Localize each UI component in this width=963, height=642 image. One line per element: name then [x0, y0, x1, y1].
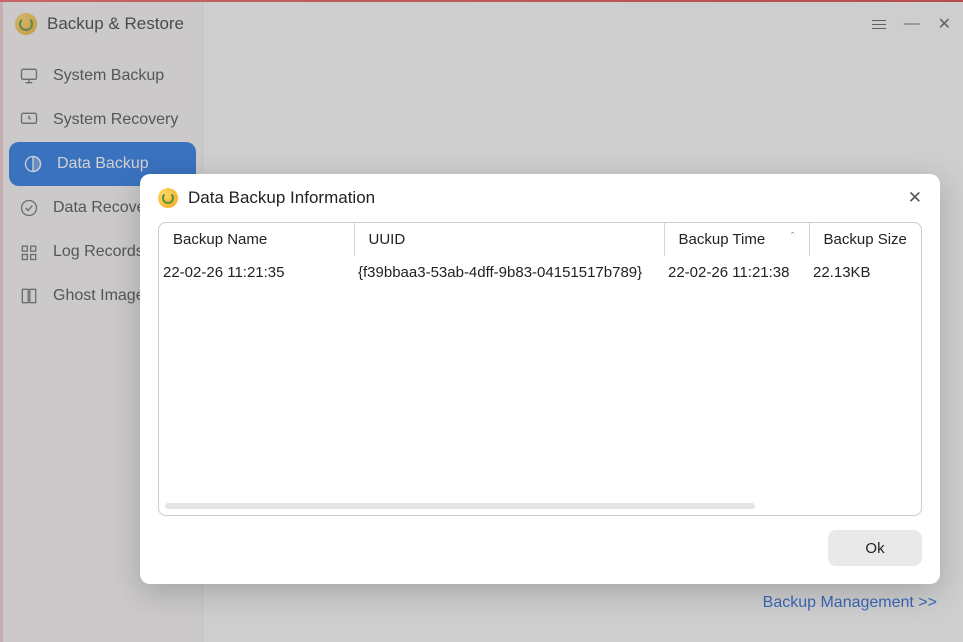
- backup-table-container: Backup Name UUID Backup Time ˆ Backup Siz…: [158, 222, 922, 516]
- column-header-label: UUID: [369, 231, 406, 248]
- column-header-label: Backup Name: [173, 231, 267, 248]
- dialog-title: Data Backup Information: [188, 188, 375, 208]
- data-backup-information-dialog: Data Backup Information ✕ Backup Name UU…: [140, 174, 940, 584]
- dialog-header: Data Backup Information ✕: [158, 188, 922, 208]
- backup-table: Backup Name UUID Backup Time ˆ Backup Siz…: [159, 223, 921, 289]
- cell-backup-time: 22-02-26 11:21:38: [664, 256, 809, 289]
- horizontal-scrollbar[interactable]: [165, 503, 755, 509]
- column-header-backup-name[interactable]: Backup Name: [159, 223, 354, 256]
- dialog-footer: Ok: [158, 516, 922, 566]
- table-header-row: Backup Name UUID Backup Time ˆ Backup Siz…: [159, 223, 921, 256]
- ok-button[interactable]: Ok: [828, 530, 922, 566]
- column-header-backup-size[interactable]: Backup Size: [809, 223, 921, 256]
- dialog-app-icon: [158, 188, 178, 208]
- column-header-uuid[interactable]: UUID: [354, 223, 664, 256]
- column-header-label: Backup Size: [824, 231, 907, 248]
- column-header-label: Backup Time: [679, 231, 766, 248]
- cell-backup-name: 22-02-26 11:21:35: [159, 256, 354, 289]
- sort-ascending-icon: ˆ: [791, 231, 795, 243]
- column-header-backup-time[interactable]: Backup Time ˆ: [664, 223, 809, 256]
- cell-uuid: {f39bbaa3-53ab-4dff-9b83-04151517b789}: [354, 256, 664, 289]
- cell-backup-size: 22.13KB: [809, 256, 921, 289]
- dialog-close-button[interactable]: ✕: [908, 188, 922, 208]
- table-row[interactable]: 22-02-26 11:21:35 {f39bbaa3-53ab-4dff-9b…: [159, 256, 921, 289]
